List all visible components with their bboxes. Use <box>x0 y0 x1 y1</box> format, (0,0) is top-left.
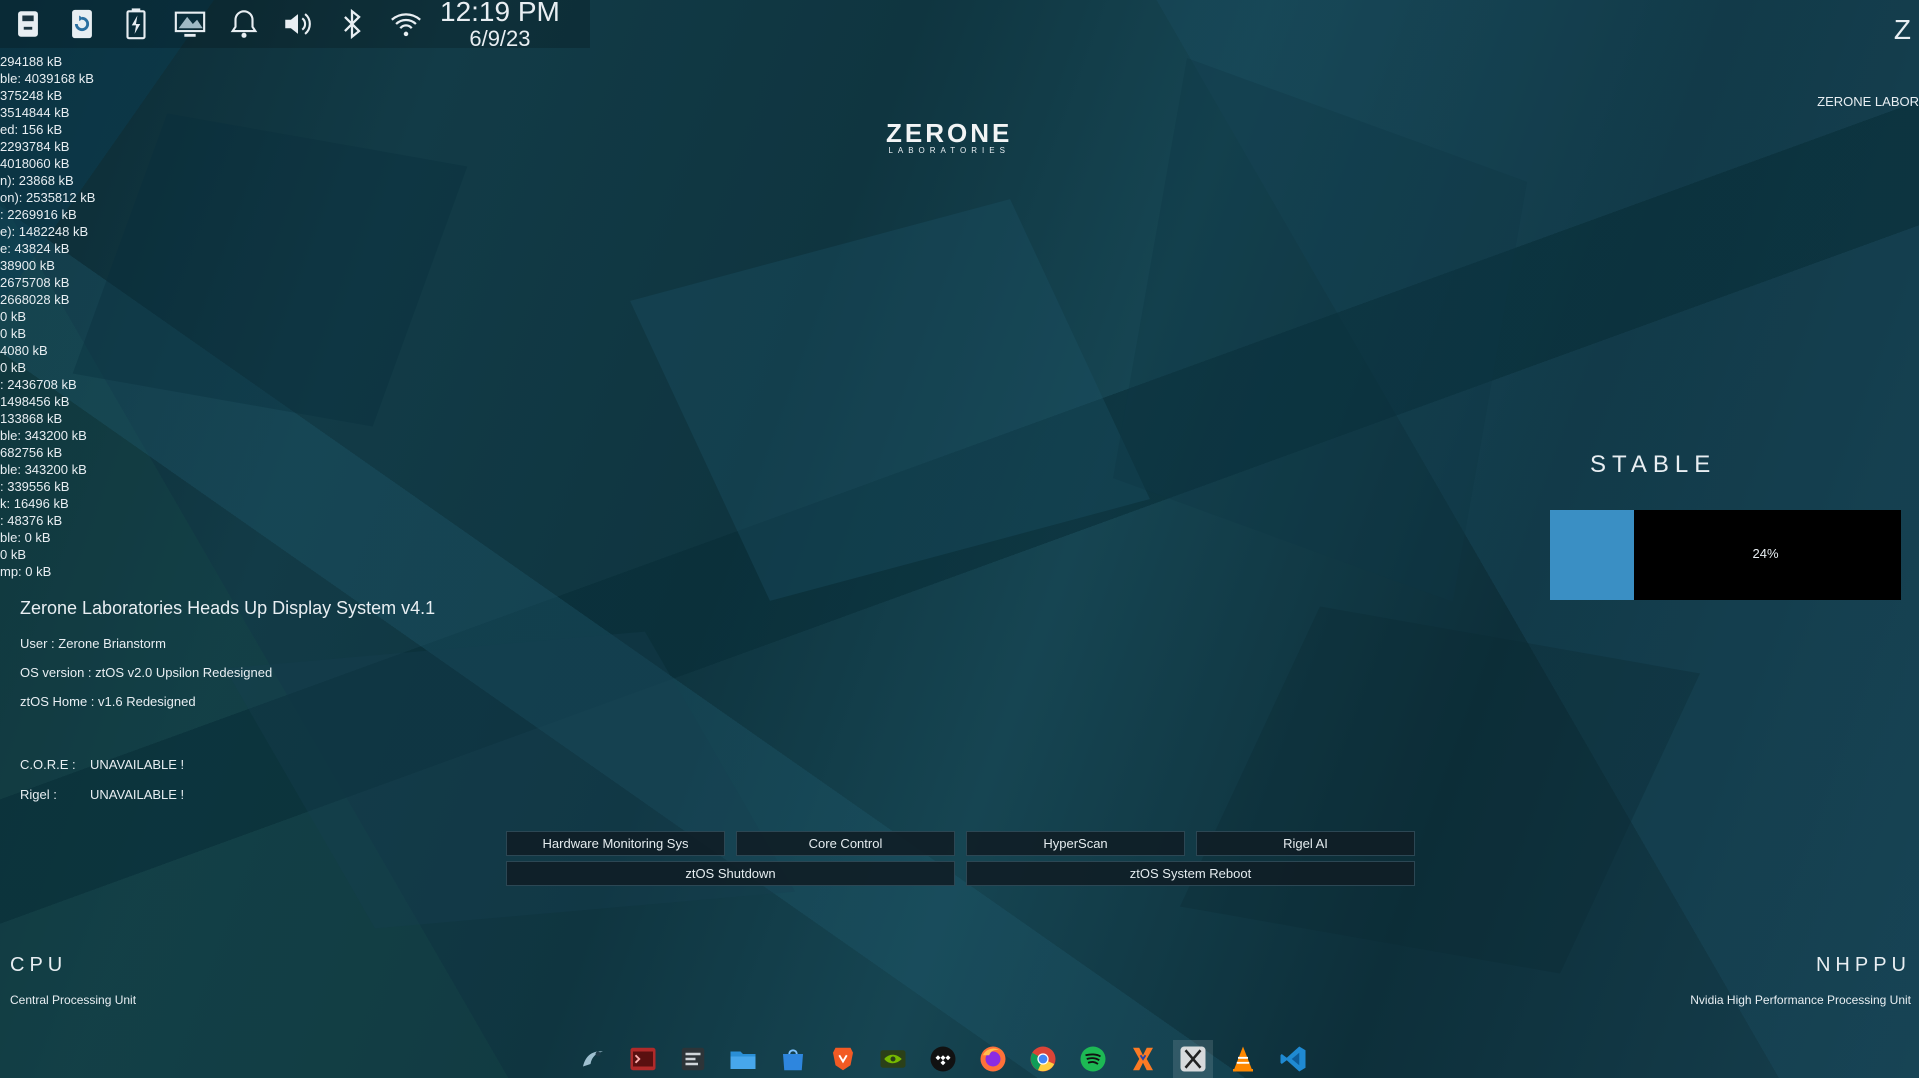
memory-line: 0 kB <box>0 309 27 324</box>
brave-browser-icon[interactable] <box>823 1040 863 1078</box>
home-version-info: ztOS Home : v1.6 Redesigned <box>20 694 196 709</box>
memory-line: 682756 kB <box>0 445 63 460</box>
hud-title: Zerone Laboratories Heads Up Display Sys… <box>20 598 436 618</box>
tidal-icon[interactable] <box>923 1040 963 1078</box>
memory-line: 0 kB <box>0 326 27 341</box>
rigel-ai-button[interactable]: Rigel AI <box>1196 831 1415 856</box>
memory-line: 2675708 kB <box>0 275 70 290</box>
memory-line: ble: 343200 kB <box>0 462 87 477</box>
memory-line: mp: 0 kB <box>0 564 52 579</box>
memory-line: : 339556 kB <box>0 479 70 494</box>
file-manager-icon[interactable] <box>723 1040 763 1078</box>
os-version-info: OS version : ztOS v2.0 Upsilon Redesigne… <box>20 665 273 680</box>
display-icon[interactable] <box>170 4 210 44</box>
memory-line: e: 43824 kB <box>0 241 70 256</box>
memory-line: ed: 156 kB <box>0 122 63 137</box>
memory-line: n): 23868 kB <box>0 173 74 188</box>
memory-line: 38900 kB <box>0 258 55 273</box>
memory-line: e): 1482248 kB <box>0 224 89 239</box>
memory-line: : 48376 kB <box>0 513 63 528</box>
spotify-icon[interactable] <box>1073 1040 1113 1078</box>
logo-main-text: ZERONE <box>886 118 1013 148</box>
settings-panel-icon[interactable] <box>673 1040 713 1078</box>
memory-line: on): 2535812 kB <box>0 190 96 205</box>
background-shard <box>1112 58 1528 602</box>
core-control-button[interactable]: Core Control <box>736 831 955 856</box>
rigel-status-label: Rigel : <box>20 787 57 802</box>
stability-percent: 24% <box>1752 546 1779 561</box>
linux-logo-icon[interactable] <box>573 1040 613 1078</box>
memory-line: ble: 0 kB <box>0 530 51 545</box>
cpu-subtitle: Central Processing Unit <box>10 993 137 1007</box>
npu-subtitle: Nvidia High Performance Processing Unit <box>1690 993 1911 1007</box>
refresh-device-icon[interactable] <box>62 4 102 44</box>
clock-time: 12:19 PM <box>440 0 560 27</box>
stability-label: STABLE <box>1590 451 1717 478</box>
core-status: C.O.R.E : UNAVAILABLE ! <box>20 757 184 772</box>
rigel-status: Rigel : UNAVAILABLE ! <box>20 787 184 802</box>
logo-sub-text: LABORATORIES <box>888 146 1010 155</box>
bluetooth-icon[interactable] <box>332 4 372 44</box>
memory-line: ble: 343200 kB <box>0 428 87 443</box>
background-shard <box>72 113 468 427</box>
system-clock[interactable]: 12:19 PM 6/9/23 <box>440 0 560 50</box>
zerone-logo: ZERONE LABORATORIES <box>886 118 1012 155</box>
background-shard <box>1180 606 1700 974</box>
rigel-status-value: UNAVAILABLE ! <box>90 787 185 802</box>
vlc-icon[interactable] <box>1223 1040 1263 1078</box>
memory-line: k: 16496 kB <box>0 496 69 511</box>
memory-line: 133868 kB <box>0 411 63 426</box>
background-shard <box>630 199 1150 601</box>
application-dock <box>573 1040 1323 1078</box>
chrome-icon[interactable] <box>1023 1040 1063 1078</box>
cpu-title: CPU <box>10 954 68 976</box>
red-terminal-icon[interactable] <box>623 1040 663 1078</box>
clock-date: 6/9/23 <box>469 26 531 51</box>
notification-bell-icon[interactable] <box>224 4 264 44</box>
shutdown-button[interactable]: ztOS Shutdown <box>506 861 955 886</box>
user-info: User : Zerone Brianstorm <box>20 636 166 651</box>
memory-line: : 2436708 kB <box>0 377 77 392</box>
wifi-icon[interactable] <box>386 4 426 44</box>
memory-line: 0 kB <box>0 547 27 562</box>
memory-line: 2668028 kB <box>0 292 70 307</box>
memory-line: 4018060 kB <box>0 156 70 171</box>
core-status-value: UNAVAILABLE ! <box>90 757 185 772</box>
hardware-monitoring-button[interactable]: Hardware Monitoring Sys <box>506 831 725 856</box>
core-status-label: C.O.R.E : <box>20 757 76 772</box>
memory-line: 0 kB <box>0 360 27 375</box>
memory-line: 375248 kB <box>0 88 63 103</box>
memory-line: : 2269916 kB <box>0 207 77 222</box>
top-status-bar: 12:19 PM 6/9/23 <box>0 0 590 50</box>
memory-line: 3514844 kB <box>0 105 70 120</box>
memory-line: 1498456 kB <box>0 394 70 409</box>
memory-line: 294188 kB <box>0 54 63 69</box>
memory-line: 4080 kB <box>0 343 48 358</box>
x-app-icon[interactable] <box>1173 1040 1213 1078</box>
memory-readout: 294188 kB ble: 4039168 kB 375248 kB 3514844… <box>0 53 95 580</box>
software-store-icon[interactable] <box>773 1040 813 1078</box>
memory-line: ble: 4039168 kB <box>0 71 94 86</box>
xampp-icon[interactable] <box>1123 1040 1163 1078</box>
hyperscan-button[interactable]: HyperScan <box>966 831 1185 856</box>
memory-line: 2293784 kB <box>0 139 70 154</box>
npu-title: NHPPU <box>1815 954 1911 976</box>
reboot-button[interactable]: ztOS System Reboot <box>966 861 1415 886</box>
stability-progress-bar: 24% <box>1550 510 1901 600</box>
vscode-icon[interactable] <box>1273 1040 1313 1078</box>
brand-label-right: ZERONE LABOR <box>1817 94 1919 109</box>
volume-icon[interactable] <box>278 4 318 44</box>
battery-icon[interactable] <box>116 4 156 44</box>
corner-letter: Z <box>1893 14 1911 45</box>
firefox-icon[interactable] <box>973 1040 1013 1078</box>
usb-drive-icon[interactable] <box>8 4 48 44</box>
nvidia-icon[interactable] <box>873 1040 913 1078</box>
